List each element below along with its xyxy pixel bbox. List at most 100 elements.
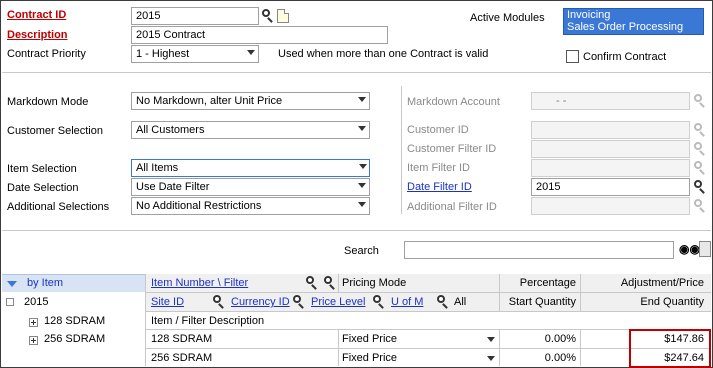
lookup-icon[interactable]	[323, 276, 337, 290]
end-quantity-header: End Quantity	[640, 296, 704, 308]
lookup-icon	[693, 199, 707, 213]
lookup-icon	[693, 94, 707, 108]
customer-selection-label: Customer Selection	[7, 125, 103, 137]
markdown-account-field: - -	[531, 92, 690, 110]
tree-header-label: by Item	[27, 277, 64, 289]
currency-id-header[interactable]: Currency ID	[231, 296, 290, 308]
date-selection-label: Date Selection	[7, 182, 79, 194]
item-filter-description-header: Item / Filter Description	[151, 315, 265, 327]
confirm-contract-checkbox[interactable]	[566, 50, 579, 63]
chevron-down-icon	[7, 281, 17, 287]
markdown-mode-label: Markdown Mode	[7, 96, 89, 108]
additional-filter-id-field	[531, 197, 690, 215]
divider	[338, 274, 339, 293]
lookup-icon[interactable]	[693, 180, 707, 194]
price-level-header[interactable]: Price Level	[311, 296, 365, 308]
lookup-icon[interactable]	[292, 295, 306, 309]
item-selection-label: Item Selection	[7, 163, 77, 175]
description-field[interactable]: 2015 Contract	[131, 26, 388, 44]
customer-id-field	[531, 121, 690, 139]
tree-header[interactable]: by Item	[2, 274, 145, 292]
lookup-icon[interactable]	[436, 295, 450, 309]
row-pricing-mode[interactable]: Fixed Price	[342, 333, 397, 345]
search-label: Search	[344, 245, 379, 257]
contract-id-label[interactable]: Contract ID	[7, 9, 66, 21]
lookup-icon[interactable]	[212, 295, 226, 309]
markdown-mode-select[interactable]: No Markdown, alter Unit Price	[131, 92, 370, 110]
active-modules-list[interactable]: Invoicing Sales Order Processing	[563, 8, 704, 35]
all-header: All	[454, 296, 467, 308]
chevron-down-icon[interactable]	[487, 356, 495, 361]
date-filter-id-link[interactable]: Date Filter ID	[407, 181, 472, 193]
lookup-icon	[693, 161, 707, 175]
tree-item[interactable]: 128 SDRAM	[44, 315, 105, 327]
customer-selection-value: All Customers	[136, 124, 205, 136]
active-modules-label: Active Modules	[470, 12, 545, 24]
contract-priority-label: Contract Priority	[7, 48, 86, 60]
lookup-icon[interactable]	[261, 9, 275, 23]
divider	[401, 86, 402, 214]
binoculars-icon[interactable]: ◉◉	[679, 243, 700, 255]
row-item: 128 SDRAM	[151, 333, 213, 345]
chevron-down-icon	[358, 126, 366, 131]
contract-id-field[interactable]: 2015	[131, 7, 259, 25]
date-selection-value: Use Date Filter	[136, 181, 210, 193]
chevron-down-icon	[358, 97, 366, 102]
customer-filter-id-label: Customer Filter ID	[407, 143, 497, 155]
divider	[580, 274, 581, 312]
lookup-icon[interactable]	[305, 276, 319, 290]
chevron-down-icon	[359, 164, 367, 169]
lookup-icon[interactable]	[372, 295, 386, 309]
row-percentage: 0.00%	[544, 333, 576, 345]
row-percentage: 0.00%	[544, 352, 576, 364]
percentage-header: Percentage	[519, 277, 576, 289]
item-selection-value: All Items	[136, 162, 179, 174]
chevron-down-icon	[358, 183, 366, 188]
customer-filter-id-field	[531, 140, 690, 158]
markdown-account-value: - -	[556, 95, 567, 107]
chevron-down-icon[interactable]	[487, 337, 495, 342]
item-filter-id-field	[531, 159, 690, 177]
module-item[interactable]: Sales Order Processing	[564, 21, 703, 33]
tree-item[interactable]: 256 SDRAM	[44, 333, 105, 345]
priority-note: Used when more than one Contract is vali…	[278, 48, 489, 60]
item-selection-select[interactable]: All Items	[131, 159, 370, 177]
search-input[interactable]	[404, 241, 674, 259]
expand-icon[interactable]	[29, 318, 38, 327]
item-number-filter-header[interactable]: Item Number \ Filter	[151, 277, 248, 289]
description-label: Description	[7, 29, 68, 41]
u-of-m-header[interactable]: U of M	[391, 296, 423, 308]
date-filter-id-field[interactable]: 2015	[531, 178, 690, 196]
expand-icon[interactable]	[699, 241, 711, 257]
contract-priority-select[interactable]: 1 - Highest	[131, 45, 259, 63]
additional-filter-id-label: Additional Filter ID	[407, 201, 497, 213]
date-selection-select[interactable]: Use Date Filter	[131, 178, 370, 196]
chevron-down-icon	[247, 50, 255, 55]
table-row[interactable]: 256 SDRAM Fixed Price 0.00% $247.64	[146, 349, 711, 367]
divider	[2, 72, 711, 73]
customer-id-label: Customer ID	[407, 124, 469, 136]
chevron-down-icon	[358, 202, 366, 207]
lookup-icon	[693, 142, 707, 156]
additional-selections-value: No Additional Restrictions	[136, 200, 262, 212]
tree-root[interactable]: 2015	[24, 296, 48, 308]
customer-selection-select[interactable]: All Customers	[131, 121, 370, 139]
divider	[2, 230, 711, 231]
site-id-header[interactable]: Site ID	[151, 296, 184, 308]
row-item: 256 SDRAM	[151, 352, 213, 364]
table-row[interactable]: 128 SDRAM Fixed Price 0.00% $147.86	[146, 330, 711, 348]
start-quantity-header: Start Quantity	[508, 296, 576, 308]
item-filter-id-label: Item Filter ID	[407, 162, 470, 174]
expand-icon[interactable]	[29, 336, 38, 345]
note-icon[interactable]	[277, 9, 289, 23]
markdown-account-label: Markdown Account	[407, 96, 500, 108]
confirm-contract-label: Confirm Contract	[583, 51, 667, 63]
divider	[146, 311, 711, 312]
contract-priority-value: 1 - Highest	[136, 48, 190, 60]
module-item[interactable]: Invoicing	[564, 9, 703, 21]
collapse-icon[interactable]	[6, 298, 14, 306]
price-highlight	[629, 329, 711, 368]
divider	[499, 274, 500, 312]
row-pricing-mode[interactable]: Fixed Price	[342, 352, 397, 364]
additional-selections-select[interactable]: No Additional Restrictions	[131, 197, 370, 215]
